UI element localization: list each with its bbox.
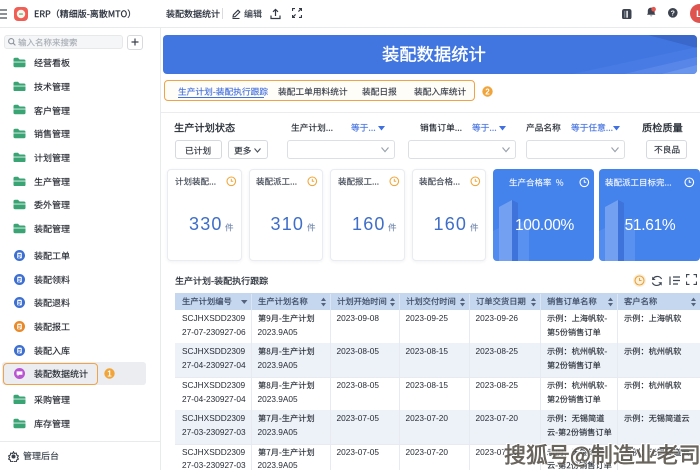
svg-text:1: 1: [107, 369, 112, 378]
svg-text:2: 2: [485, 87, 490, 96]
svg-text:L: L: [696, 9, 700, 20]
svg-text:?: ?: [671, 11, 675, 18]
